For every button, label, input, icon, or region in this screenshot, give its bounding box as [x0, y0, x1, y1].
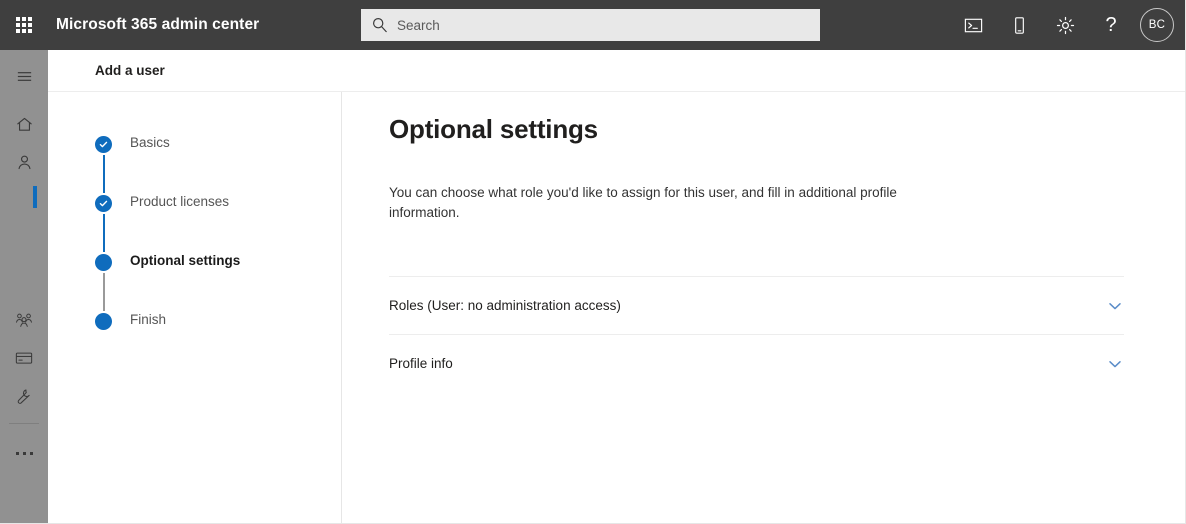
search-input[interactable]	[397, 17, 810, 33]
brand-title: Microsoft 365 admin center	[56, 16, 260, 33]
step-connector	[103, 273, 105, 311]
accordion-profile-info[interactable]: Profile info	[389, 334, 1124, 392]
chevron-down-icon[interactable]	[1106, 297, 1124, 315]
step-complete-icon	[95, 195, 112, 212]
sidebar-active-indicator-slot	[0, 181, 48, 221]
breadcrumb: Add a user	[95, 63, 165, 78]
page-title: Optional settings	[389, 114, 598, 144]
sidebar-active-indicator	[33, 186, 37, 208]
page-description: You can choose what role you'd like to a…	[389, 185, 897, 220]
wizard-step-label: Optional settings	[130, 253, 241, 268]
sidebar-item-billing[interactable]	[0, 339, 48, 377]
search-icon	[371, 16, 389, 34]
main-content: Optional settings You can choose what ro…	[343, 92, 1185, 523]
wizard-step-label: Product licenses	[130, 194, 230, 209]
hamburger-menu-icon[interactable]	[0, 57, 48, 95]
help-glyph: ?	[1105, 14, 1117, 36]
step-connector	[103, 155, 105, 193]
help-icon[interactable]: ?	[1088, 0, 1134, 50]
wizard-step-label: Finish	[130, 312, 167, 327]
avatar[interactable]: BC	[1140, 8, 1174, 42]
wizard-step-label: Basics	[130, 135, 170, 150]
wizard-step-list: Basics Product licenses Optional setting…	[95, 135, 341, 337]
wizard-step-optional-settings[interactable]: Optional settings	[95, 253, 341, 313]
rail-divider	[9, 423, 39, 424]
left-nav-rail	[0, 50, 48, 523]
chevron-down-icon[interactable]	[1106, 355, 1124, 373]
sidebar-item-teams-groups[interactable]	[0, 301, 48, 339]
admin-center-window: Microsoft 365 admin center Search ? BC A…	[0, 0, 1186, 524]
show-all-icon[interactable]	[0, 436, 48, 470]
top-header-bar: Microsoft 365 admin center Search ? BC	[0, 0, 1185, 50]
step-connector	[103, 214, 105, 252]
sidebar-item-support[interactable]	[0, 377, 48, 415]
search-box[interactable]	[361, 9, 820, 41]
step-current-icon	[95, 254, 112, 271]
page-header: Add a user	[48, 50, 1185, 92]
accordion-group: Roles (User: no administration access) P…	[389, 276, 1124, 392]
accordion-roles[interactable]: Roles (User: no administration access)	[389, 276, 1124, 334]
wizard-step-basics[interactable]: Basics	[95, 135, 341, 195]
mobile-device-icon[interactable]	[996, 0, 1042, 50]
wizard-step-product-licenses[interactable]: Product licenses	[95, 194, 341, 254]
gear-icon[interactable]	[1042, 0, 1088, 50]
command-console-icon[interactable]	[950, 0, 996, 50]
sidebar-item-home[interactable]	[0, 105, 48, 143]
avatar-initials: BC	[1148, 19, 1166, 31]
accordion-label: Roles (User: no administration access)	[389, 298, 621, 313]
accordion-label: Profile info	[389, 356, 453, 371]
sidebar-item-users[interactable]	[0, 143, 48, 181]
header-icon-group: ? BC	[950, 0, 1178, 50]
app-launcher-icon[interactable]	[0, 0, 48, 50]
step-upcoming-icon	[95, 313, 112, 330]
step-complete-icon	[95, 136, 112, 153]
waffle-grid	[16, 17, 32, 33]
content-inner: Optional settings You can choose what ro…	[343, 92, 1185, 392]
wizard-step-finish[interactable]: Finish	[95, 312, 341, 337]
wizard-steps-panel: Basics Product licenses Optional setting…	[48, 92, 342, 523]
